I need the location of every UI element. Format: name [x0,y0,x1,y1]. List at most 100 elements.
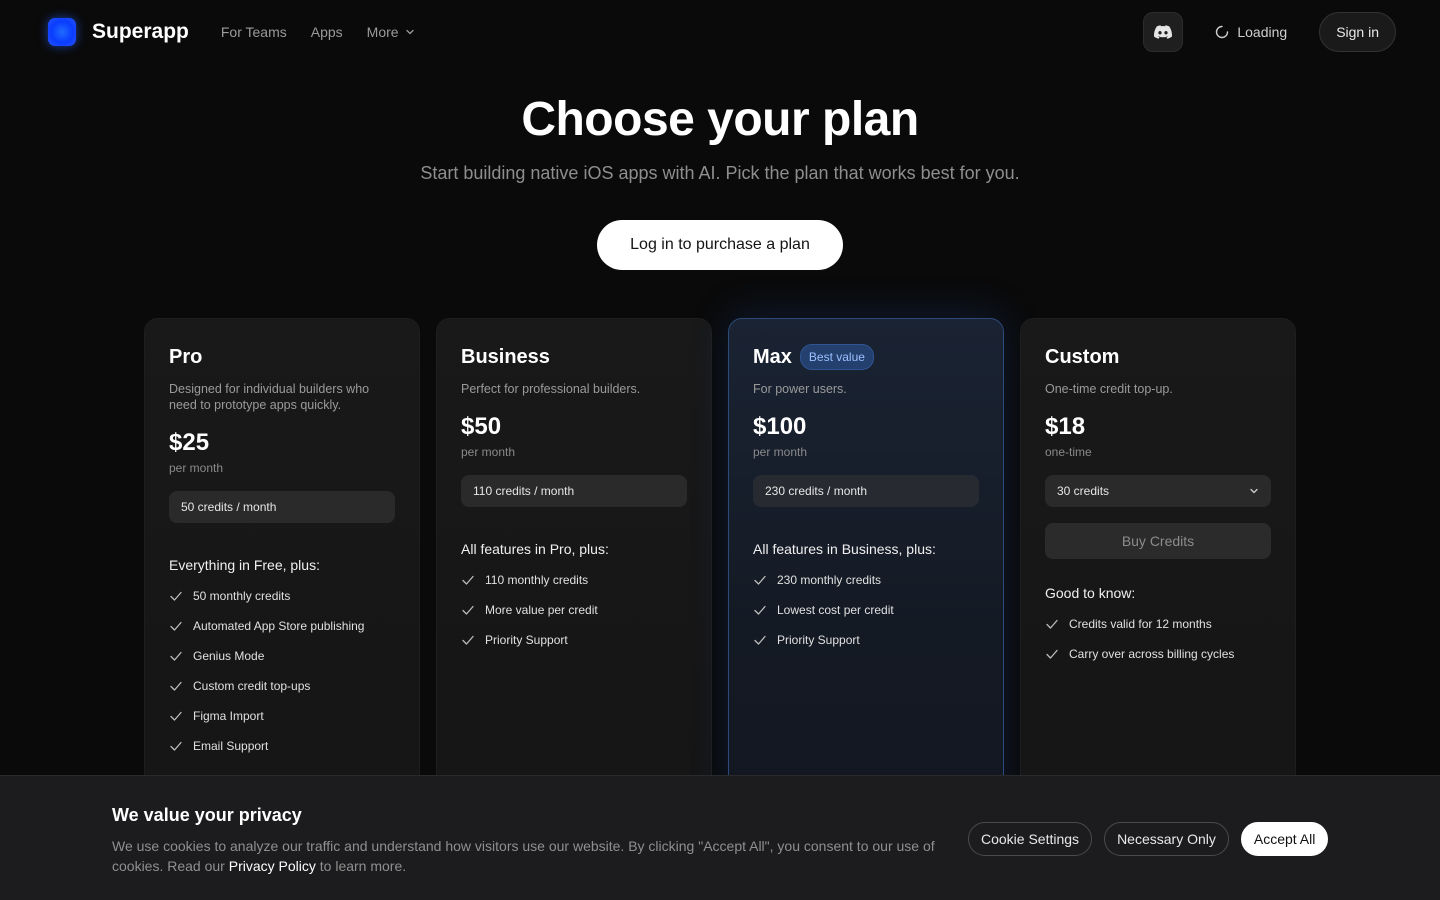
check-icon [170,681,182,691]
cookie-settings-button[interactable]: Cookie Settings [968,822,1093,856]
check-icon [462,575,474,585]
list-item: Credits valid for 12 months [1045,609,1271,639]
plan-description: Designed for individual builders who nee… [169,382,370,412]
plan-price: $25 [169,429,210,456]
plan-credits: 230 credits / month [753,475,979,507]
plan-card-pro: Pro Designed for individual builders who… [144,318,420,838]
cookie-actions: Cookie Settings Necessary Only Accept Al… [968,822,1329,856]
discord-icon [1154,25,1173,39]
check-icon [754,575,766,585]
chevron-down-icon [405,29,414,35]
features-heading: All features in Business, plus: [753,541,936,557]
plan-header: Pro [169,343,395,371]
feature-label: Email Support [193,739,269,753]
plan-card-custom: Custom One-time credit top-up. $18 one-t… [1020,318,1296,838]
plan-name: Pro [169,345,203,368]
feature-label: 50 monthly credits [193,589,291,603]
plan-period: per month [169,461,224,475]
plan-header: Custom [1045,343,1271,371]
plan-name: Max [753,345,792,368]
plan-header: Max Best value [753,343,979,371]
plan-description: Perfect for professional builders. [461,382,641,396]
feature-label: Priority Support [777,633,860,647]
list-item: Lowest cost per credit [753,595,979,625]
loading-label: Loading [1237,24,1288,40]
credits-amount-select[interactable]: 30 credits [1045,475,1271,507]
feature-label: Figma Import [193,709,264,723]
best-value-badge: Best value [799,344,874,370]
necessary-only-button[interactable]: Necessary Only [1104,822,1229,856]
accept-all-button[interactable]: Accept All [1240,822,1329,856]
plan-price: $50 [461,413,502,440]
plan-description: One-time credit top-up. [1045,382,1173,396]
list-item: Genius Mode [169,641,395,671]
spinner-icon [1216,25,1229,39]
feature-label: 110 monthly credits [485,573,589,587]
check-icon [754,605,766,615]
top-navigation: Superapp For Teams Apps More Loading Sig… [0,0,1440,64]
list-item: 50 monthly credits [169,581,395,611]
list-item: More value per credit [461,595,687,625]
cookie-message: We use cookies to analyze our traffic an… [112,836,952,876]
cookie-text-after: to learn more. [315,858,407,874]
plan-card-max: Max Best value For power users. $100 per… [728,318,1004,838]
privacy-policy-link[interactable]: Privacy Policy [229,858,316,874]
buy-credits-button[interactable]: Buy Credits [1045,523,1271,559]
plan-card-business: Business Perfect for professional builde… [436,318,712,838]
brand-name[interactable]: Superapp [92,20,189,44]
plan-description: For power users. [753,382,847,396]
list-item: 230 monthly credits [753,565,979,595]
chevron-down-icon [1250,488,1258,494]
check-icon [170,741,182,751]
feature-label: Priority Support [485,633,568,647]
features-heading: All features in Pro, plus: [461,541,609,557]
list-item: Automated App Store publishing [169,611,395,641]
cookie-banner: We value your privacy We use cookies to … [0,775,1440,900]
feature-label: More value per credit [485,603,598,617]
page-title: Choose your plan [521,93,919,146]
check-icon [170,621,182,631]
feature-label: 230 monthly credits [777,573,882,587]
check-icon [1046,619,1058,629]
plan-credits: 50 credits / month [169,491,395,523]
nav-link-more[interactable]: More [367,24,415,40]
page-subtitle: Start building native iOS apps with AI. … [420,163,1020,183]
list-item: Email Support [169,731,395,761]
plan-name: Custom [1045,345,1120,368]
sign-in-button[interactable]: Sign in [1319,12,1396,52]
check-icon [462,635,474,645]
nav-actions: Loading Sign in [1143,12,1396,52]
list-item: Priority Support [753,625,979,655]
features-heading: Everything in Free, plus: [169,557,320,573]
list-item: Carry over across billing cycles [1045,639,1271,669]
list-item: Custom credit top-ups [169,671,395,701]
features-list: 50 monthly credits Automated App Store p… [169,581,395,761]
feature-label: Automated App Store publishing [193,619,365,633]
check-icon [462,605,474,615]
feature-label: Credits valid for 12 months [1069,617,1212,631]
plan-price: $18 [1045,413,1086,440]
plan-credits: 110 credits / month [461,475,687,507]
feature-label: Genius Mode [193,649,265,663]
discord-button[interactable] [1143,12,1184,52]
nav-link-more-label: More [366,24,399,40]
loading-indicator: Loading [1215,24,1287,40]
nav-link-for-teams[interactable]: For Teams [221,24,287,40]
plan-period: one-time [1045,445,1092,459]
features-list: Credits valid for 12 months Carry over a… [1045,609,1271,669]
nav-links: For Teams Apps More [221,24,415,40]
login-to-purchase-button[interactable]: Log in to purchase a plan [597,220,843,270]
features-heading: Good to know: [1045,585,1136,601]
plan-price: $100 [753,413,807,440]
cookie-title: We value your privacy [112,805,302,825]
check-icon [1046,649,1058,659]
list-item: Priority Support [461,625,687,655]
nav-link-apps[interactable]: Apps [311,24,343,40]
feature-label: Carry over across billing cycles [1069,647,1235,661]
check-icon [754,635,766,645]
superapp-logo-icon[interactable] [48,18,76,46]
check-icon [170,651,182,661]
feature-label: Custom credit top-ups [193,679,311,693]
plan-header: Business [461,343,687,371]
plan-name: Business [461,345,550,368]
